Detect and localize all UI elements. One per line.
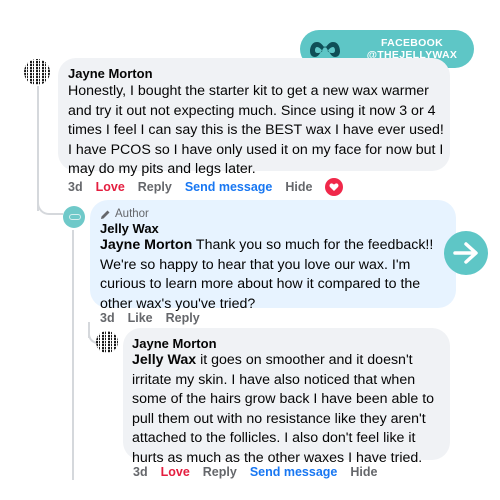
badge-line-1: FACEBOOK	[381, 37, 443, 49]
avatar-jayne-morton[interactable]	[96, 331, 118, 353]
avatar-jayne-morton[interactable]	[24, 59, 50, 85]
timestamp[interactable]: 3d	[100, 311, 115, 325]
comment-text: Jelly Wax it goes on smoother and it doe…	[132, 351, 444, 468]
timestamp[interactable]: 3d	[133, 465, 148, 479]
comment-text: Honestly, I bought the starter kit to ge…	[68, 83, 444, 177]
author-tag: Author	[100, 207, 149, 221]
comment-text-body: it goes on smoother and it doesn't irrit…	[132, 352, 435, 466]
heart-icon[interactable]	[325, 178, 344, 196]
love-button[interactable]: Love	[161, 465, 190, 479]
thread-line-reply	[72, 230, 74, 480]
comment-actions-1: 3d Love Reply Send message Hide	[68, 178, 344, 196]
thread-line-main	[37, 86, 39, 211]
comment-author[interactable]: Jayne Morton	[68, 66, 153, 82]
pencil-icon	[101, 210, 110, 219]
hide-button[interactable]: Hide	[285, 180, 312, 194]
timestamp[interactable]: 3d	[68, 180, 83, 194]
comment-bubble-1: Jayne Morton Honestly, I bought the star…	[58, 58, 450, 177]
reply-button[interactable]: Reply	[138, 180, 172, 194]
comment-bubble-3: Jayne Morton Jelly Wax it goes on smooth…	[123, 328, 450, 466]
mention-link[interactable]: Jelly Wax	[132, 352, 196, 368]
hide-button[interactable]: Hide	[350, 465, 377, 479]
comment-bubble-author: Author Jelly Wax Jayne Morton Thank you …	[90, 200, 456, 312]
thread-line-curve	[37, 195, 63, 215]
comment-actions-2: 3d Like Reply	[100, 311, 200, 325]
author-tag-label: Author	[115, 208, 149, 220]
reply-button[interactable]: Reply	[166, 311, 200, 325]
send-message-button[interactable]: Send message	[185, 180, 273, 194]
comment-text: Jayne Morton Thank you so much for the f…	[100, 236, 450, 314]
mention-link[interactable]: Jayne Morton	[100, 237, 192, 253]
comment-author[interactable]: Jayne Morton	[132, 336, 217, 352]
comment-author[interactable]: Jelly Wax	[100, 221, 159, 237]
like-button[interactable]: Like	[128, 311, 153, 325]
arrow-right-icon	[453, 242, 478, 264]
avatar-jelly-wax[interactable]	[63, 206, 85, 228]
love-button[interactable]: Love	[96, 180, 125, 194]
jelly-wax-logo-icon	[310, 42, 340, 57]
comment-actions-3: 3d Love Reply Send message Hide	[133, 465, 377, 479]
arrow-right-button[interactable]	[444, 231, 488, 275]
reply-button[interactable]: Reply	[203, 465, 237, 479]
send-message-button[interactable]: Send message	[250, 465, 338, 479]
